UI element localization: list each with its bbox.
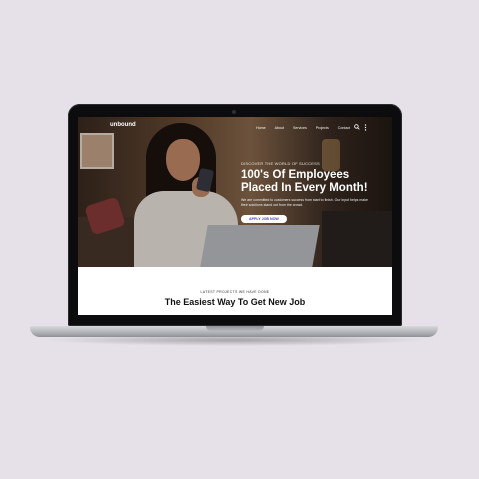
nav-contact[interactable]: Contact — [338, 126, 350, 130]
laptop-screen: unbound Home About Services Projects Con… — [78, 117, 392, 315]
mockup-stage: unbound Home About Services Projects Con… — [0, 0, 479, 479]
nav-projects[interactable]: Projects — [316, 126, 329, 130]
hero-headline: 100's Of Employees Placed In Every Month… — [241, 169, 389, 194]
hero-kicker: DISCOVER THE WORLD OF SUCCESS — [241, 161, 320, 166]
site-nav: unbound Home About Services Projects Con… — [78, 117, 392, 135]
nav-menu: Home About Services Projects Contact — [256, 126, 350, 130]
section-title: The Easiest Way To Get New Job — [164, 297, 306, 307]
camera-icon — [232, 110, 236, 114]
nav-about[interactable]: About — [275, 126, 284, 130]
hero-subtext: We are committed to customers success fr… — [241, 198, 368, 207]
search-icon[interactable] — [354, 124, 360, 130]
hero-headline-line1: 100's Of Employees — [241, 169, 350, 181]
nav-services[interactable]: Services — [293, 126, 307, 130]
apply-job-button[interactable]: APPLY JOB NOW — [241, 215, 287, 224]
hero-headline-line2: Placed In Every Month! — [241, 181, 368, 194]
site-logo[interactable]: unbound — [110, 122, 136, 128]
hero-image: unbound Home About Services Projects Con… — [78, 117, 392, 267]
laptop-notch — [206, 326, 264, 331]
section-kicker: LATEST PROJECTS WE HAVE DONE — [200, 290, 270, 294]
hero-text: DISCOVER THE WORLD OF SUCCESS 100's Of E… — [241, 161, 389, 225]
projects-section: LATEST PROJECTS WE HAVE DONE The Easiest… — [78, 267, 392, 315]
more-vertical-icon[interactable] — [364, 124, 367, 131]
nav-home[interactable]: Home — [256, 126, 266, 130]
